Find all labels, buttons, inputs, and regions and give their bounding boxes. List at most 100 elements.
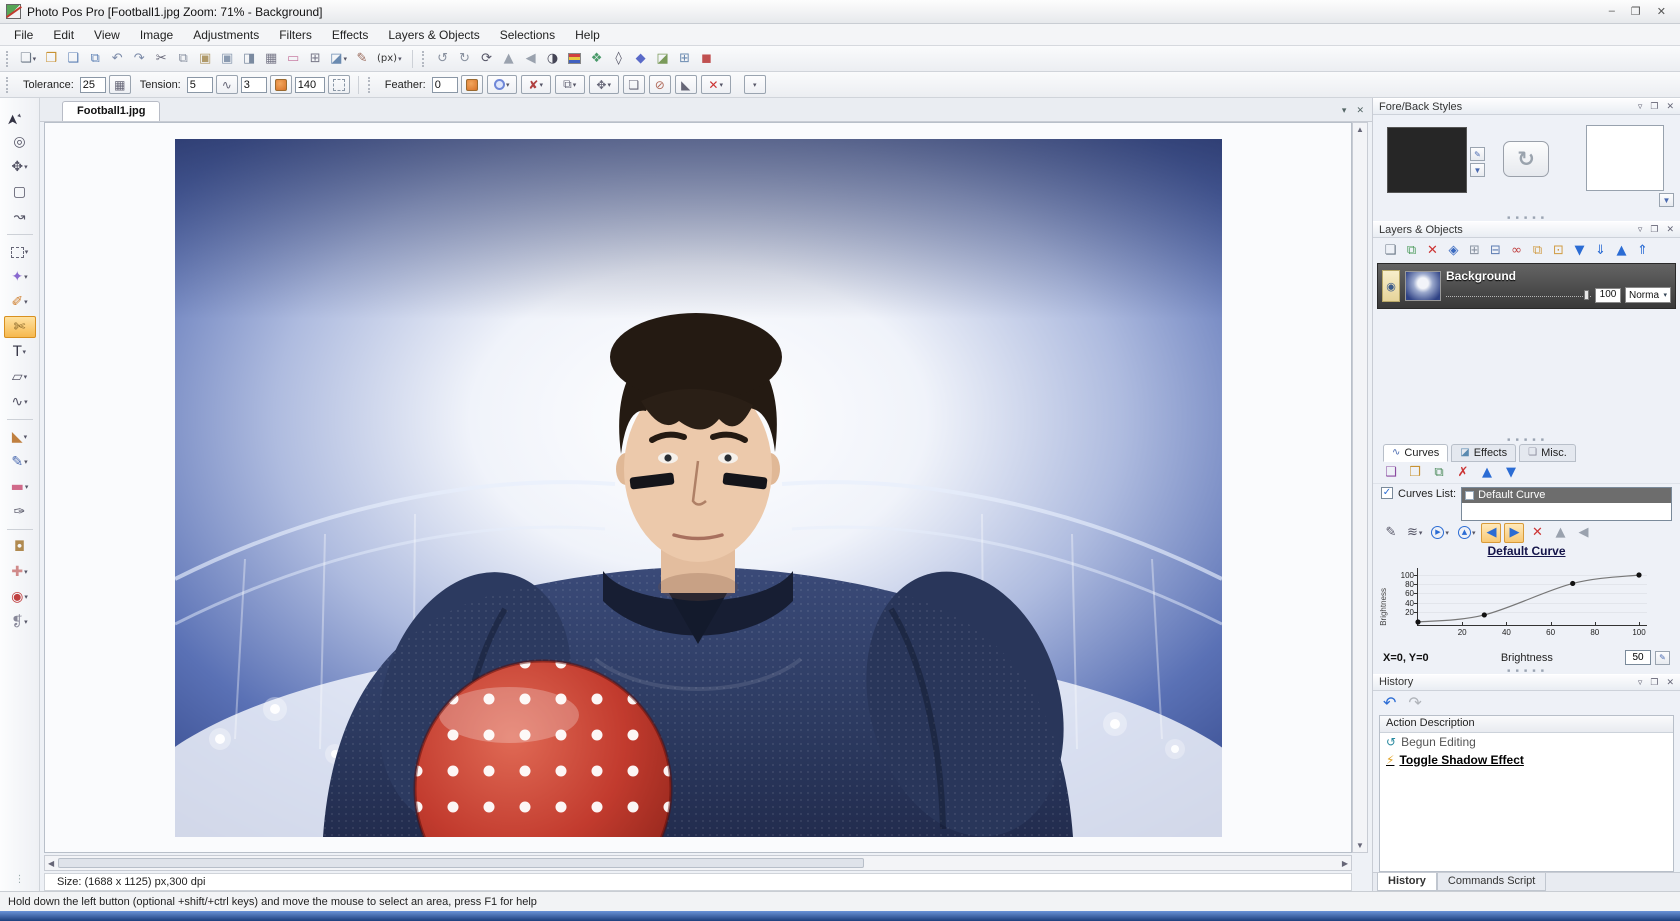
image-properties-icon[interactable]: ◪▾ bbox=[327, 49, 350, 69]
delete-point-icon[interactable]: ✕ bbox=[1527, 523, 1547, 543]
crop-tool[interactable]: ▢ bbox=[4, 181, 36, 203]
color-levels-icon[interactable] bbox=[565, 49, 585, 69]
swap-colors-button[interactable]: ↻ bbox=[1503, 141, 1549, 177]
new-from-selection-button[interactable]: ❏ bbox=[623, 75, 645, 94]
brightness-value-input[interactable] bbox=[1625, 650, 1651, 665]
dropdown-arrow-icon[interactable]: ▾ bbox=[1445, 529, 1449, 537]
curve-edit-tool[interactable]: ↝ bbox=[4, 206, 36, 228]
curves-list-checkbox[interactable]: ✓ bbox=[1381, 487, 1393, 499]
clear-selection-button[interactable]: ✕▾ bbox=[701, 75, 731, 94]
red-eye-tool[interactable]: ◉▾ bbox=[4, 586, 36, 608]
document-tab[interactable]: Football1.jpg bbox=[62, 101, 160, 121]
collapse-icon[interactable]: ▿ bbox=[1638, 224, 1643, 235]
curve-point[interactable] bbox=[1482, 612, 1487, 617]
brush-swatch-button[interactable] bbox=[270, 75, 292, 94]
apply-upward-icon[interactable]: ▲▾ bbox=[1455, 523, 1479, 543]
flip-curve-horizontal-icon[interactable]: ▲ bbox=[1550, 523, 1570, 543]
background-dropdown-button[interactable]: ▼ bbox=[1659, 193, 1674, 207]
history-header[interactable]: History ▿ ❐ ✕ bbox=[1373, 674, 1680, 691]
palette-resize-grip[interactable]: ⋮ bbox=[15, 874, 25, 885]
dropdown-arrow-icon[interactable]: ▾ bbox=[33, 55, 37, 63]
chevron-down-icon[interactable]: ▾ bbox=[1663, 291, 1667, 299]
flip-horizontal-icon[interactable]: ▲ bbox=[499, 49, 519, 69]
photo-football-player[interactable] bbox=[175, 139, 1222, 837]
line-tool[interactable]: ∿▾ bbox=[4, 391, 36, 413]
dropdown-arrow-icon[interactable]: ▾ bbox=[24, 163, 28, 171]
tile-windows-icon[interactable]: ⊞ bbox=[305, 49, 325, 69]
paste-icon[interactable]: ▣ bbox=[195, 49, 215, 69]
collapse-icon[interactable]: ▿ bbox=[1638, 101, 1643, 112]
scroll-up-icon[interactable]: ▲ bbox=[1356, 125, 1364, 134]
feather-input[interactable] bbox=[432, 77, 458, 93]
brightness-contrast-icon[interactable]: ◑ bbox=[543, 49, 563, 69]
restore-icon[interactable]: ❐ bbox=[1631, 5, 1641, 18]
layers-objects-header[interactable]: Layers & Objects ▿ ❐ ✕ bbox=[1373, 221, 1680, 238]
tab-close-icon[interactable]: ✕ bbox=[1356, 105, 1364, 116]
rotate-right-icon[interactable]: ↻ bbox=[455, 49, 475, 69]
delete-layer-icon[interactable]: ✕ bbox=[1423, 240, 1442, 260]
dropdown-arrow-icon[interactable]: ▾ bbox=[24, 593, 28, 601]
tension-input[interactable] bbox=[187, 77, 213, 93]
layer-row-background[interactable]: ◉ Background 100 Norma▾ bbox=[1377, 263, 1676, 309]
shapes-tool[interactable]: ▱▾ bbox=[4, 366, 36, 388]
text-tool[interactable]: T▾ bbox=[4, 341, 36, 363]
import-curve-icon[interactable]: ⧉ bbox=[1429, 462, 1449, 482]
move-layer-down-icon[interactable]: ▼ bbox=[1570, 240, 1589, 260]
menu-adjustments[interactable]: Adjustments bbox=[183, 25, 269, 45]
dropdown-arrow-icon[interactable]: ▾ bbox=[573, 81, 577, 89]
eyedropper-tool[interactable]: ✑ bbox=[4, 501, 36, 523]
tolerance-input[interactable] bbox=[80, 77, 106, 93]
merge-visible-icon[interactable]: ⊡ bbox=[1549, 240, 1568, 260]
menu-selections[interactable]: Selections bbox=[490, 25, 565, 45]
toolbar-grip[interactable] bbox=[422, 51, 426, 67]
save-curve-icon[interactable]: ❑ bbox=[1381, 462, 1401, 482]
ruler-icon[interactable]: ▭ bbox=[283, 49, 303, 69]
brush-tool[interactable]: ✎▾ bbox=[4, 451, 36, 473]
layers-list-empty-area[interactable] bbox=[1373, 310, 1680, 437]
curve-up-icon[interactable]: ▲ bbox=[1477, 462, 1497, 482]
dropdown-arrow-icon[interactable]: ▾ bbox=[24, 568, 28, 576]
horizontal-scrollbar[interactable]: ◀ ▶ bbox=[44, 855, 1352, 871]
marquee-dotted-button[interactable] bbox=[328, 75, 350, 94]
hide-layer-icon[interactable]: ∞ bbox=[1507, 240, 1526, 260]
scroll-down-icon[interactable]: ▼ bbox=[1356, 841, 1364, 850]
menu-view[interactable]: View bbox=[84, 25, 130, 45]
pin-icon[interactable]: ❐ bbox=[1650, 224, 1658, 235]
export-layer-icon[interactable]: ⊟ bbox=[1486, 240, 1505, 260]
dropdown-arrow-icon[interactable]: ▾ bbox=[607, 81, 611, 89]
blur-icon[interactable]: ◆ bbox=[631, 49, 651, 69]
apply-forward-icon[interactable]: ▶▾ bbox=[1428, 523, 1452, 543]
toolbar-grip[interactable] bbox=[6, 51, 10, 67]
canvas-viewport[interactable] bbox=[44, 122, 1352, 853]
foreground-color-swatch[interactable] bbox=[1387, 127, 1467, 193]
effects-gallery-icon[interactable]: ◪ bbox=[653, 49, 673, 69]
bring-to-front-icon[interactable]: ⇑ bbox=[1633, 240, 1652, 260]
rect-select-tool[interactable]: ▾ bbox=[4, 241, 36, 263]
new-document-icon[interactable]: ❏▾ bbox=[17, 49, 39, 69]
overflow-chevron-button[interactable]: ▾ bbox=[744, 75, 766, 94]
dropdown-arrow-icon[interactable]: ▾ bbox=[343, 55, 347, 63]
layer-thumbnail[interactable] bbox=[1405, 271, 1441, 301]
layer-opacity-value[interactable]: 100 bbox=[1595, 288, 1621, 303]
dropdown-arrow-icon[interactable]: ▾ bbox=[24, 298, 28, 306]
width-input[interactable] bbox=[241, 77, 267, 93]
curve-item-checkbox[interactable] bbox=[1465, 491, 1474, 500]
curve-line[interactable] bbox=[1418, 568, 1647, 625]
curves-list-item-selected[interactable]: Default Curve bbox=[1462, 488, 1671, 503]
dropdown-arrow-icon[interactable]: ▾ bbox=[719, 81, 723, 89]
free-rotate-icon[interactable]: ⟳ bbox=[477, 49, 497, 69]
curves-listbox[interactable]: Default Curve bbox=[1461, 487, 1672, 521]
close-icon[interactable]: ✕ bbox=[1666, 677, 1674, 688]
layer-visibility-button[interactable]: ◉ bbox=[1382, 270, 1400, 302]
save-all-icon[interactable]: ⧉ bbox=[85, 49, 105, 69]
value-edit-button[interactable]: ✎ bbox=[1655, 651, 1670, 665]
toolbar-grip[interactable] bbox=[6, 77, 10, 93]
redo-icon[interactable]: ↷ bbox=[1408, 693, 1421, 713]
curve-point[interactable] bbox=[1570, 580, 1575, 585]
close-icon[interactable]: ✕ bbox=[1657, 5, 1666, 18]
undo-icon[interactable]: ↶ bbox=[1383, 693, 1396, 713]
wand-mode-button[interactable]: ✘▾ bbox=[521, 75, 551, 94]
next-point-icon[interactable]: ▶ bbox=[1504, 523, 1524, 543]
magic-wand-tool[interactable]: ✦▾ bbox=[4, 266, 36, 288]
dropdown-arrow-icon[interactable]: ▾ bbox=[1472, 529, 1476, 537]
